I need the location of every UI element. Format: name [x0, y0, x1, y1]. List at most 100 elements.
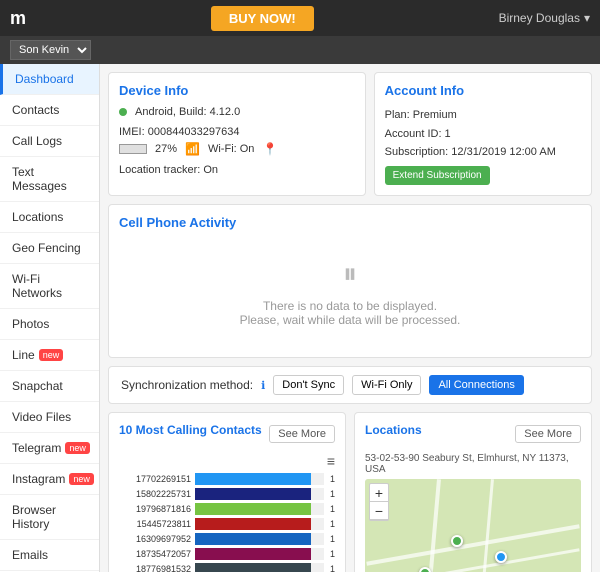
- bar-row-0: 177022691511: [119, 473, 335, 485]
- calling-contacts-header: 10 Most Calling Contacts See More: [119, 423, 335, 445]
- android-dot: [119, 108, 127, 116]
- sidebar-item-emails-14[interactable]: Emails: [0, 540, 99, 571]
- bar-fill-6: [195, 563, 311, 572]
- sidebar-item-contacts-1[interactable]: Contacts: [0, 95, 99, 126]
- location-address: 53-02-53-90 Seabury St, Elmhurst, NY 113…: [365, 453, 581, 475]
- bar-row-1: 15802225731 1: [119, 488, 335, 500]
- account-info-title: Account Info: [385, 83, 581, 98]
- sidebar-item-photos-7[interactable]: Photos: [0, 309, 99, 340]
- wifi-icon: 📶: [185, 142, 200, 156]
- all-connections-button[interactable]: All Connections: [429, 375, 523, 395]
- sidebar-item-call-logs-2[interactable]: Call Logs: [0, 126, 99, 157]
- wait-message: Please, wait while data will be processe…: [119, 313, 581, 327]
- sub-nav: Son Kevin: [0, 36, 600, 64]
- bar-container-5: [195, 548, 324, 560]
- bar-count-3: 1: [330, 519, 335, 529]
- device-info-title: Device Info: [119, 83, 355, 98]
- cell-phone-activity-title: Cell Phone Activity: [119, 215, 581, 230]
- bar-row-5: 18735472057 1: [119, 548, 335, 560]
- bar-container-4: [195, 533, 324, 545]
- bar-label-4: 16309697952: [119, 534, 191, 544]
- sidebar-item-instagram-12[interactable]: Instagramnew: [0, 464, 99, 495]
- sync-label: Synchronization method:: [121, 378, 253, 392]
- extend-subscription-button[interactable]: Extend Subscription: [385, 166, 490, 185]
- user-info: Birney Douglas ▾: [499, 11, 590, 25]
- new-badge-8: new: [39, 349, 64, 361]
- wifi-status: Wi-Fi: On: [208, 143, 254, 155]
- bar-count-1: 1: [330, 489, 335, 499]
- bar-fill-0: [195, 473, 311, 485]
- bar-row-4: 16309697952 1: [119, 533, 335, 545]
- top-nav: m BUY NOW! Birney Douglas ▾: [0, 0, 600, 36]
- bar-label-2: 19796871816: [119, 504, 191, 514]
- sidebar: DashboardContactsCall LogsText MessagesL…: [0, 64, 100, 572]
- location-status: Location tracker: On: [119, 164, 218, 176]
- bar-chart: 1770226915111580222573111979687181611544…: [119, 473, 335, 572]
- new-badge-11: new: [65, 442, 90, 454]
- bar-fill-1: [195, 488, 311, 500]
- sidebar-item-line-8[interactable]: Linenew: [0, 340, 99, 371]
- battery-bar: [119, 144, 147, 154]
- sidebar-item-geo-fencing-5[interactable]: Geo Fencing: [0, 233, 99, 264]
- device-status-row: 27% 📶 Wi-Fi: On 📍 Location tracker: On: [119, 142, 355, 176]
- logo: m: [10, 8, 26, 29]
- map-zoom-out-button[interactable]: −: [370, 502, 388, 520]
- map-controls: + −: [369, 483, 389, 521]
- dont-sync-button[interactable]: Don't Sync: [273, 375, 344, 395]
- user-dropdown-arrow[interactable]: ▾: [584, 11, 590, 25]
- bar-count-4: 1: [330, 534, 335, 544]
- wifi-only-button[interactable]: Wi-Fi Only: [352, 375, 421, 395]
- bar-count-5: 1: [330, 549, 335, 559]
- bar-row-6: 187769815321: [119, 563, 335, 572]
- map-background: [365, 479, 581, 572]
- bar-count-2: 1: [330, 504, 335, 514]
- sidebar-item-text-messages-3[interactable]: Text Messages: [0, 157, 99, 202]
- bar-row-3: 154457238111: [119, 518, 335, 530]
- sidebar-item-browser-history-13[interactable]: Browser History: [0, 495, 99, 540]
- sidebar-item-snapchat-9[interactable]: Snapchat: [0, 371, 99, 402]
- calling-contacts-card: 10 Most Calling Contacts See More ≡ 1770…: [108, 412, 346, 572]
- empty-message: There is no data to be displayed.: [119, 299, 581, 313]
- sidebar-item-video-files-10[interactable]: Video Files: [0, 402, 99, 433]
- cell-phone-activity-card: Cell Phone Activity ⏸ There is no data t…: [108, 204, 592, 358]
- sidebar-item-telegram-11[interactable]: Telegramnew: [0, 433, 99, 464]
- bar-container-6: [195, 563, 324, 572]
- sidebar-item-dashboard-0[interactable]: Dashboard: [0, 64, 99, 95]
- map-road-3: [423, 479, 441, 572]
- account-info-card: Account Info Plan: Premium Account ID: 1…: [374, 72, 592, 196]
- location-icon: 📍: [262, 142, 277, 156]
- calling-see-more-button[interactable]: See More: [269, 425, 335, 443]
- buy-now-button[interactable]: BUY NOW!: [211, 6, 314, 31]
- sync-method-card: Synchronization method: ℹ Don't Sync Wi-…: [108, 366, 592, 404]
- activity-empty-state: ⏸ There is no data to be displayed. Plea…: [119, 238, 581, 347]
- locations-title: Locations: [365, 423, 422, 437]
- bar-label-1: 15802225731: [119, 489, 191, 499]
- user-select[interactable]: Son Kevin: [10, 40, 91, 60]
- battery-percent: 27%: [155, 143, 177, 155]
- bar-fill-4: [195, 533, 311, 545]
- bar-fill-3: [195, 518, 311, 530]
- sidebar-item-locations-4[interactable]: Locations: [0, 202, 99, 233]
- sidebar-item-wi-fi-networks-6[interactable]: Wi-Fi Networks: [0, 264, 99, 309]
- locations-card: Locations See More 53-02-53-90 Seabury S…: [354, 412, 592, 572]
- map-pin-2: [419, 567, 431, 572]
- bar-label-6: 18776981532: [119, 564, 191, 572]
- os-info: Android, Build: 4.12.0: [135, 106, 240, 118]
- sync-info-icon[interactable]: ℹ: [261, 379, 265, 392]
- pause-icon: ⏸: [119, 258, 581, 291]
- bar-label-5: 18735472057: [119, 549, 191, 559]
- bar-chart-menu-icon[interactable]: ≡: [119, 453, 335, 469]
- plan-text: Plan: Premium: [385, 106, 581, 125]
- map-zoom-in-button[interactable]: +: [370, 484, 388, 502]
- main-layout: DashboardContactsCall LogsText MessagesL…: [0, 64, 600, 572]
- device-info-card: Device Info Android, Build: 4.12.0 IMEI:…: [108, 72, 366, 196]
- imei-info: IMEI: 000844033297634: [119, 126, 240, 138]
- content-area: Device Info Android, Build: 4.12.0 IMEI:…: [100, 64, 600, 572]
- bar-count-0: 1: [330, 474, 335, 484]
- account-id-text: Account ID: 1: [385, 125, 581, 144]
- bar-row-2: 19796871816 1: [119, 503, 335, 515]
- bar-container-1: [195, 488, 324, 500]
- map-pin-4: [495, 551, 507, 563]
- locations-see-more-button[interactable]: See More: [515, 425, 581, 443]
- device-os-row: Android, Build: 4.12.0 IMEI: 00084403329…: [119, 106, 355, 138]
